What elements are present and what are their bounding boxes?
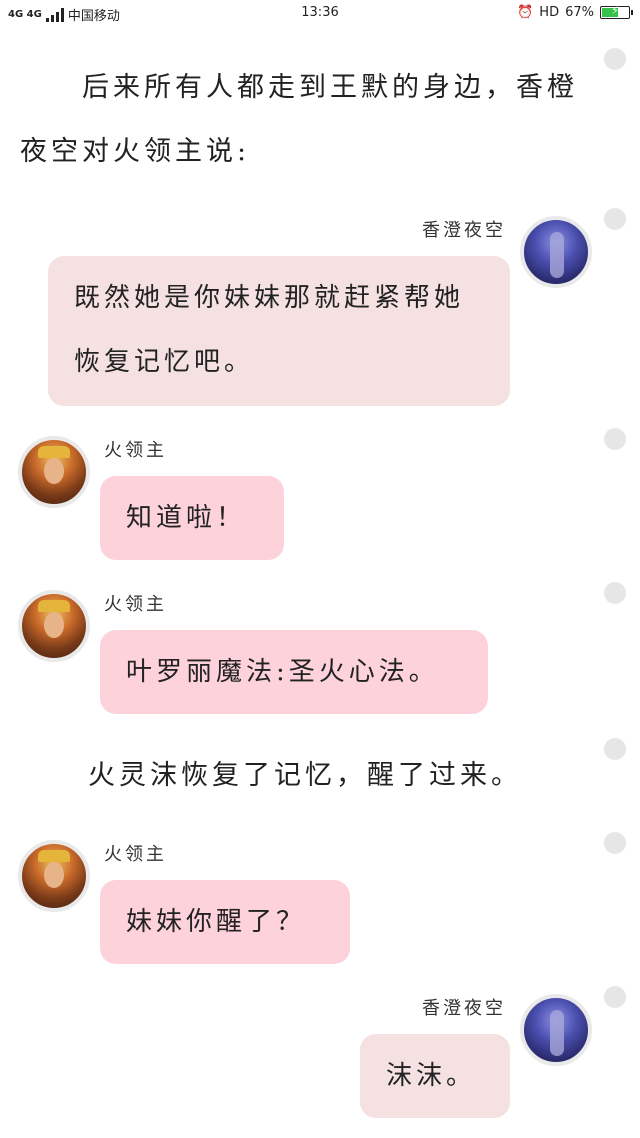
select-dot[interactable] xyxy=(604,986,626,1008)
avatar-huolingzhu[interactable] xyxy=(18,840,90,912)
message-bubble[interactable]: 叶罗丽魔法:圣火心法。 xyxy=(100,630,488,714)
avatar-xiangcheng[interactable] xyxy=(520,994,592,1066)
sender-name: 香澄夜空 xyxy=(422,220,506,241)
sender-name: 火领主 xyxy=(104,440,167,461)
battery-percent: 67% xyxy=(565,5,594,20)
select-dot[interactable] xyxy=(604,832,626,854)
avatar-huolingzhu[interactable] xyxy=(18,590,90,662)
sender-name: 火领主 xyxy=(104,594,167,615)
avatar-xiangcheng[interactable] xyxy=(520,216,592,288)
select-dot[interactable] xyxy=(604,48,626,70)
message-bubble[interactable]: 妹妹你醒了？ xyxy=(100,880,350,964)
select-dot[interactable] xyxy=(604,428,626,450)
sender-name: 香澄夜空 xyxy=(422,998,506,1019)
narration-text: 火灵沫恢复了记忆，醒了过来。 xyxy=(88,760,522,791)
select-dot[interactable] xyxy=(604,582,626,604)
sender-name: 火领主 xyxy=(104,844,167,865)
message-bubble[interactable]: 知道啦！ xyxy=(100,476,284,560)
battery-icon: ⚡ xyxy=(600,4,633,19)
avatar-huolingzhu[interactable] xyxy=(18,436,90,508)
hd-label: HD xyxy=(539,5,560,20)
select-dot[interactable] xyxy=(604,208,626,230)
message-bubble[interactable]: 既然她是你妹妹那就赶紧帮她恢复记忆吧。 xyxy=(48,256,510,406)
status-right: ⏰ HD 67% ⚡ xyxy=(517,4,633,20)
alarm-icon: ⏰ xyxy=(517,5,534,20)
charging-icon: ⚡ xyxy=(611,4,619,17)
narration-text: 后来所有人都走到王默的身边，香橙夜空对火领主说: xyxy=(20,72,578,167)
message-bubble[interactable]: 沫沫。 xyxy=(360,1034,510,1118)
status-bar: 4G 4G 中国移动 13:36 ⏰ HD 67% ⚡ xyxy=(0,0,640,30)
